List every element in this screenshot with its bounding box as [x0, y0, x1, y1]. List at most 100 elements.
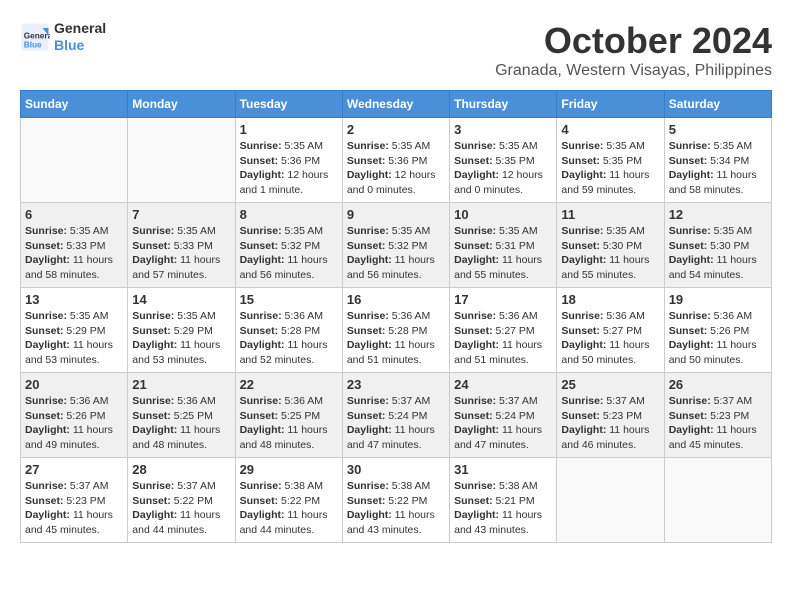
day-number: 3	[454, 122, 552, 137]
cell-info: Sunrise: 5:35 AMSunset: 5:30 PMDaylight:…	[669, 224, 767, 283]
calendar-cell: 4 Sunrise: 5:35 AMSunset: 5:35 PMDaylight…	[557, 118, 664, 203]
calendar-table: Sunday Monday Tuesday Wednesday Thursday…	[20, 90, 772, 543]
calendar-cell: 2 Sunrise: 5:35 AMSunset: 5:36 PMDaylight…	[342, 118, 449, 203]
cell-info: Sunrise: 5:37 AMSunset: 5:23 PMDaylight:…	[25, 479, 123, 538]
day-number: 27	[25, 462, 123, 477]
day-number: 30	[347, 462, 445, 477]
calendar-cell: 16 Sunrise: 5:36 AMSunset: 5:28 PMDayligh…	[342, 288, 449, 373]
calendar-cell	[21, 118, 128, 203]
month-title: October 2024	[495, 20, 772, 62]
day-number: 26	[669, 377, 767, 392]
cell-info: Sunrise: 5:35 AMSunset: 5:33 PMDaylight:…	[25, 224, 123, 283]
cell-info: Sunrise: 5:35 AMSunset: 5:35 PMDaylight:…	[561, 139, 659, 198]
location-title: Granada, Western Visayas, Philippines	[495, 62, 772, 80]
calendar-cell: 30 Sunrise: 5:38 AMSunset: 5:22 PMDayligh…	[342, 458, 449, 543]
calendar-cell: 29 Sunrise: 5:38 AMSunset: 5:22 PMDayligh…	[235, 458, 342, 543]
calendar-cell: 28Sunrise: 5:37 AMSunset: 5:22 PMDayligh…	[128, 458, 235, 543]
cell-info: Sunrise: 5:35 AMSunset: 5:29 PMDaylight:…	[25, 309, 123, 368]
day-number: 9	[347, 207, 445, 222]
logo-text-blue: Blue	[54, 37, 106, 54]
day-number: 5	[669, 122, 767, 137]
cell-info: Sunrise: 5:35 AMSunset: 5:35 PMDaylight:…	[454, 139, 552, 198]
calendar-cell: 17Sunrise: 5:36 AMSunset: 5:27 PMDayligh…	[450, 288, 557, 373]
page-header: General Blue General Blue October 2024 G…	[20, 20, 772, 80]
svg-text:General: General	[24, 31, 50, 40]
title-area: October 2024 Granada, Western Visayas, P…	[495, 20, 772, 80]
calendar-cell: 23 Sunrise: 5:37 AMSunset: 5:24 PMDayligh…	[342, 373, 449, 458]
calendar-cell: 20Sunrise: 5:36 AMSunset: 5:26 PMDayligh…	[21, 373, 128, 458]
cell-info: Sunrise: 5:38 AMSunset: 5:22 PMDaylight:…	[240, 479, 338, 538]
calendar-cell: 9Sunrise: 5:35 AMSunset: 5:32 PMDaylight…	[342, 203, 449, 288]
day-number: 10	[454, 207, 552, 222]
logo-icon: General Blue	[20, 22, 50, 52]
calendar-week-2: 6 Sunrise: 5:35 AMSunset: 5:33 PMDaylight…	[21, 203, 772, 288]
calendar-cell	[557, 458, 664, 543]
day-number: 11	[561, 207, 659, 222]
calendar-cell: 18 Sunrise: 5:36 AMSunset: 5:27 PMDayligh…	[557, 288, 664, 373]
header-friday: Friday	[557, 91, 664, 118]
header-wednesday: Wednesday	[342, 91, 449, 118]
day-number: 19	[669, 292, 767, 307]
cell-info: Sunrise: 5:35 AMSunset: 5:36 PMDaylight:…	[240, 139, 338, 198]
cell-info: Sunrise: 5:35 AMSunset: 5:36 PMDaylight:…	[347, 139, 445, 198]
cell-info: Sunrise: 5:37 AMSunset: 5:22 PMDaylight:…	[132, 479, 230, 538]
day-number: 1	[240, 122, 338, 137]
cell-info: Sunrise: 5:37 AMSunset: 5:24 PMDaylight:…	[347, 394, 445, 453]
calendar-week-5: 27 Sunrise: 5:37 AMSunset: 5:23 PMDayligh…	[21, 458, 772, 543]
calendar-cell	[128, 118, 235, 203]
calendar-cell: 19Sunrise: 5:36 AMSunset: 5:26 PMDayligh…	[664, 288, 771, 373]
cell-info: Sunrise: 5:38 AMSunset: 5:22 PMDaylight:…	[347, 479, 445, 538]
calendar-cell: 24 Sunrise: 5:37 AMSunset: 5:24 PMDayligh…	[450, 373, 557, 458]
header-thursday: Thursday	[450, 91, 557, 118]
calendar-week-1: 1 Sunrise: 5:35 AMSunset: 5:36 PMDaylight…	[21, 118, 772, 203]
cell-info: Sunrise: 5:35 AMSunset: 5:30 PMDaylight:…	[561, 224, 659, 283]
day-number: 23	[347, 377, 445, 392]
day-number: 18	[561, 292, 659, 307]
cell-info: Sunrise: 5:36 AMSunset: 5:28 PMDaylight:…	[347, 309, 445, 368]
day-number: 25	[561, 377, 659, 392]
calendar-header-row: Sunday Monday Tuesday Wednesday Thursday…	[21, 91, 772, 118]
cell-info: Sunrise: 5:37 AMSunset: 5:24 PMDaylight:…	[454, 394, 552, 453]
day-number: 12	[669, 207, 767, 222]
calendar-cell: 12 Sunrise: 5:35 AMSunset: 5:30 PMDayligh…	[664, 203, 771, 288]
day-number: 22	[240, 377, 338, 392]
calendar-cell: 6 Sunrise: 5:35 AMSunset: 5:33 PMDaylight…	[21, 203, 128, 288]
calendar-cell: 31Sunrise: 5:38 AMSunset: 5:21 PMDayligh…	[450, 458, 557, 543]
calendar-cell: 5Sunrise: 5:35 AMSunset: 5:34 PMDaylight…	[664, 118, 771, 203]
day-number: 6	[25, 207, 123, 222]
day-number: 21	[132, 377, 230, 392]
day-number: 14	[132, 292, 230, 307]
calendar-cell: 10 Sunrise: 5:35 AMSunset: 5:31 PMDayligh…	[450, 203, 557, 288]
cell-info: Sunrise: 5:35 AMSunset: 5:29 PMDaylight:…	[132, 309, 230, 368]
calendar-cell: 21 Sunrise: 5:36 AMSunset: 5:25 PMDayligh…	[128, 373, 235, 458]
day-number: 17	[454, 292, 552, 307]
cell-info: Sunrise: 5:35 AMSunset: 5:32 PMDaylight:…	[240, 224, 338, 283]
day-number: 29	[240, 462, 338, 477]
cell-info: Sunrise: 5:38 AMSunset: 5:21 PMDaylight:…	[454, 479, 552, 538]
calendar-week-4: 20Sunrise: 5:36 AMSunset: 5:26 PMDayligh…	[21, 373, 772, 458]
calendar-cell: 25Sunrise: 5:37 AMSunset: 5:23 PMDayligh…	[557, 373, 664, 458]
calendar-week-3: 13 Sunrise: 5:35 AMSunset: 5:29 PMDayligh…	[21, 288, 772, 373]
day-number: 13	[25, 292, 123, 307]
svg-text:Blue: Blue	[24, 40, 42, 49]
calendar-cell: 11 Sunrise: 5:35 AMSunset: 5:30 PMDayligh…	[557, 203, 664, 288]
header-saturday: Saturday	[664, 91, 771, 118]
logo-text-general: General	[54, 20, 106, 37]
cell-info: Sunrise: 5:36 AMSunset: 5:25 PMDaylight:…	[132, 394, 230, 453]
day-number: 8	[240, 207, 338, 222]
day-number: 20	[25, 377, 123, 392]
header-monday: Monday	[128, 91, 235, 118]
day-number: 16	[347, 292, 445, 307]
cell-info: Sunrise: 5:36 AMSunset: 5:28 PMDaylight:…	[240, 309, 338, 368]
day-number: 7	[132, 207, 230, 222]
calendar-cell: 7Sunrise: 5:35 AMSunset: 5:33 PMDaylight…	[128, 203, 235, 288]
day-number: 4	[561, 122, 659, 137]
day-number: 24	[454, 377, 552, 392]
calendar-cell: 26Sunrise: 5:37 AMSunset: 5:23 PMDayligh…	[664, 373, 771, 458]
day-number: 2	[347, 122, 445, 137]
day-number: 15	[240, 292, 338, 307]
logo: General Blue General Blue	[20, 20, 106, 54]
calendar-cell: 13 Sunrise: 5:35 AMSunset: 5:29 PMDayligh…	[21, 288, 128, 373]
cell-info: Sunrise: 5:35 AMSunset: 5:31 PMDaylight:…	[454, 224, 552, 283]
cell-info: Sunrise: 5:36 AMSunset: 5:27 PMDaylight:…	[561, 309, 659, 368]
